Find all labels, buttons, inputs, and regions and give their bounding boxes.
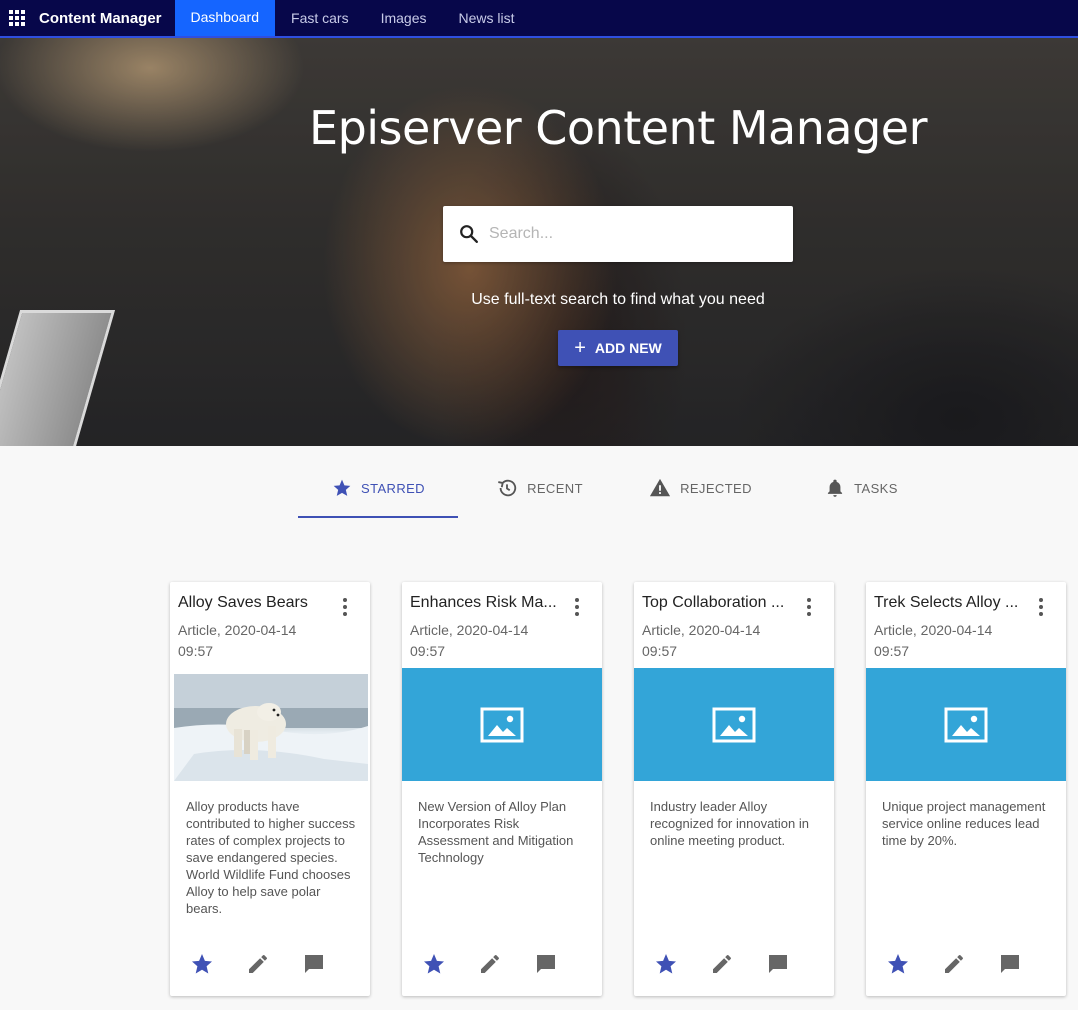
tab-label: RECENT <box>527 480 583 496</box>
card-title[interactable]: Enhances Risk Ma... <box>410 594 560 612</box>
card-title[interactable]: Alloy Saves Bears <box>178 594 328 612</box>
star-icon <box>333 479 351 496</box>
content-card[interactable]: Top Collaboration ... Article, 2020-04-1… <box>634 582 834 996</box>
card-title[interactable]: Top Collaboration ... <box>642 594 792 612</box>
card-title[interactable]: Trek Selects Alloy ... <box>874 594 1024 612</box>
content-card[interactable]: Alloy Saves Bears Article, 2020-04-14 09:… <box>170 582 370 996</box>
comment-icon[interactable] <box>766 952 790 976</box>
more-vert-icon[interactable] <box>797 598 821 618</box>
card-actions <box>402 950 602 978</box>
tab-label: STARRED <box>361 480 425 496</box>
polar-bear-photo <box>174 674 368 781</box>
card-meta: Article, 2020-04-14 09:57 <box>410 622 529 659</box>
content-card[interactable]: Enhances Risk Ma... Article, 2020-04-14 0… <box>402 582 602 996</box>
more-vert-icon[interactable] <box>565 598 589 618</box>
more-vert-icon[interactable] <box>1029 598 1053 618</box>
comment-icon[interactable] <box>998 952 1022 976</box>
apps-grid-icon[interactable] <box>2 0 32 36</box>
tab-label: TASKS <box>854 480 898 496</box>
plus-icon: + <box>574 337 586 359</box>
card-description: Industry leader Alloy recognized for inn… <box>650 799 809 848</box>
content-tabs: STARRED RECENT REJECTED TASKS <box>298 458 942 518</box>
edit-icon[interactable] <box>942 952 966 976</box>
search-box[interactable] <box>443 206 793 262</box>
add-new-button[interactable]: + ADD NEW <box>558 330 678 366</box>
top-nav-bar: Content Manager Dashboard Fast cars Imag… <box>0 0 1078 38</box>
history-icon <box>498 479 517 497</box>
warning-icon <box>649 478 671 497</box>
app-title: Content Manager <box>39 9 162 27</box>
card-meta: Article, 2020-04-14 09:57 <box>178 622 297 659</box>
hero-banner: Episerver Content Manager Use full-text … <box>0 38 1078 446</box>
edit-icon[interactable] <box>710 952 734 976</box>
card-description: New Version of Alloy Plan Incorporates R… <box>418 799 574 865</box>
nav-tab-news-list[interactable]: News list <box>443 0 531 37</box>
card-actions <box>170 950 370 978</box>
nav-tab-fast-cars[interactable]: Fast cars <box>275 0 365 37</box>
card-meta: Article, 2020-04-14 09:57 <box>642 622 761 659</box>
image-placeholder <box>634 668 834 781</box>
image-placeholder <box>402 668 602 781</box>
add-new-label: ADD NEW <box>594 340 662 356</box>
star-icon[interactable] <box>190 952 214 976</box>
edit-icon[interactable] <box>478 952 502 976</box>
bell-icon <box>828 479 843 497</box>
image-placeholder-icon <box>480 707 524 742</box>
tab-rejected[interactable]: REJECTED <box>620 458 781 518</box>
nav-tab-images[interactable]: Images <box>365 0 443 37</box>
more-vert-icon[interactable] <box>333 598 357 618</box>
image-placeholder-icon <box>712 707 756 742</box>
tab-starred[interactable]: STARRED <box>298 458 459 518</box>
comment-icon[interactable] <box>302 952 326 976</box>
star-icon[interactable] <box>886 952 910 976</box>
content-card[interactable]: Trek Selects Alloy ... Article, 2020-04-… <box>866 582 1066 996</box>
star-icon[interactable] <box>654 952 678 976</box>
search-hint: Use full-text search to find what you ne… <box>471 291 765 308</box>
hero-title: Episerver Content Manager <box>309 101 927 155</box>
card-actions <box>866 950 1066 978</box>
search-icon <box>458 223 480 245</box>
edit-icon[interactable] <box>246 952 270 976</box>
image-placeholder <box>866 668 1066 781</box>
card-actions <box>634 950 834 978</box>
card-description: Alloy products have contributed to highe… <box>186 799 356 916</box>
star-icon[interactable] <box>422 952 446 976</box>
nav-tab-dashboard[interactable]: Dashboard <box>174 0 276 36</box>
tab-recent[interactable]: RECENT <box>459 458 620 518</box>
comment-icon[interactable] <box>534 952 558 976</box>
card-description: Unique project management service online… <box>882 799 1046 848</box>
tab-tasks[interactable]: TASKS <box>781 458 942 518</box>
image-placeholder-icon <box>944 707 988 742</box>
search-input[interactable] <box>489 225 779 243</box>
tab-label: REJECTED <box>680 480 752 496</box>
card-meta: Article, 2020-04-14 09:57 <box>874 622 993 659</box>
